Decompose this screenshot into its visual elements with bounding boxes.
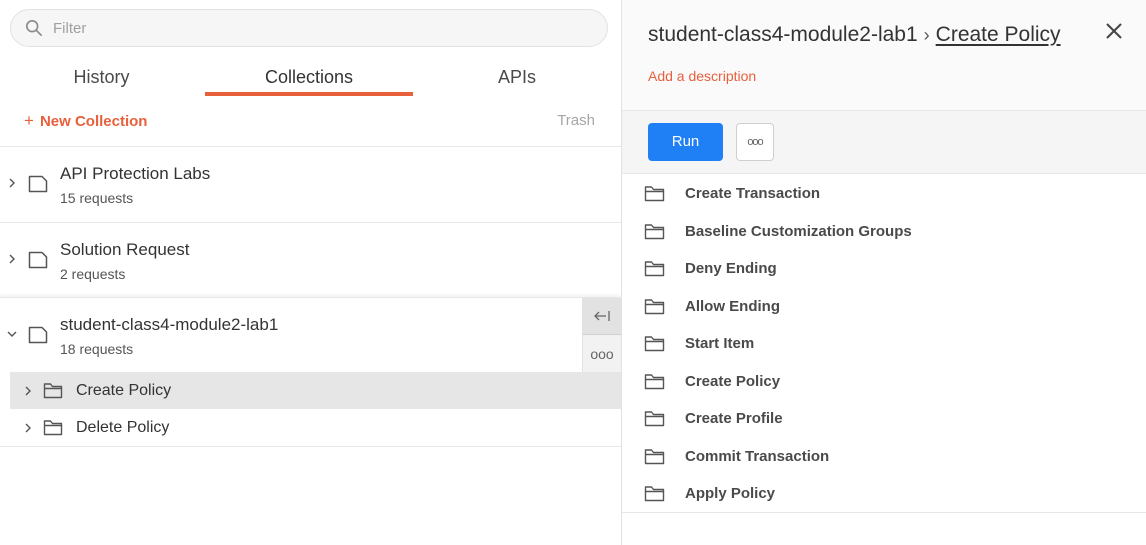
chevron-right-icon[interactable] [22, 385, 34, 397]
folder-icon [644, 449, 665, 464]
folder-icon [644, 224, 665, 239]
folder-list-item[interactable]: Baseline Customization Groups [622, 213, 1146, 251]
more-options-button[interactable]: ooo [736, 123, 774, 161]
folder-list-label: Commit Transaction [685, 447, 830, 465]
folder-list-item[interactable]: Commit Transaction [622, 438, 1146, 476]
collection-folder-icon [28, 175, 48, 193]
detail-toolbar: Run ooo [622, 111, 1146, 174]
search-icon [25, 19, 43, 37]
folder-list-label: Start Item [685, 335, 755, 353]
folder-list-label: Baseline Customization Groups [685, 222, 912, 240]
folder-list-item[interactable]: Allow Ending [622, 288, 1146, 326]
tab-history[interactable]: History [0, 62, 203, 98]
tab-apis[interactable]: APIs [413, 62, 621, 98]
collection-more-button[interactable]: ooo [583, 335, 621, 372]
folder-list-label: Apply Policy [685, 485, 776, 503]
folder-label: Delete Policy [76, 418, 170, 436]
collapse-panel-button[interactable] [583, 298, 621, 335]
divider [622, 512, 1146, 513]
collection-request-count: 2 requests [60, 266, 126, 282]
filter-search-box[interactable] [10, 9, 608, 47]
collection-request-count: 18 requests [60, 341, 134, 357]
folder-icon [644, 411, 665, 427]
plus-icon: + [24, 111, 34, 130]
divider [0, 446, 621, 447]
collection-name: student-class4-module2-lab1 [60, 315, 279, 334]
collection-request-count: 15 requests [60, 190, 134, 206]
collection-item-expanded[interactable]: student-class4-module2-lab1 18 requests … [0, 297, 621, 373]
folder-list-label: Create Policy [685, 372, 781, 390]
folder-list-label: Create Transaction [685, 185, 821, 203]
folder-icon [644, 486, 665, 502]
breadcrumb-current-folder[interactable]: Create Policy [936, 23, 1061, 46]
folder-list-label: Allow Ending [685, 297, 780, 315]
chevron-down-icon[interactable] [6, 328, 18, 340]
folder-icon [644, 299, 665, 314]
folder-icon [43, 420, 63, 436]
collection-folder-icon [28, 251, 48, 269]
new-collection-button[interactable]: + New Collection [24, 111, 147, 131]
breadcrumb: student-class4-module2-lab1 › Create Polic… [648, 23, 1061, 47]
folder-icon [644, 261, 665, 277]
chevron-right-icon[interactable] [6, 177, 18, 189]
collapse-left-icon [594, 311, 610, 321]
folder-list-item[interactable]: Create Profile [622, 400, 1146, 438]
folder-row[interactable]: Delete Policy [10, 409, 621, 446]
folder-list-item[interactable]: Start Item [622, 325, 1146, 363]
more-options-icon: ooo [747, 136, 763, 148]
collection-side-actions: ooo [582, 298, 621, 373]
detail-header: student-class4-module2-lab1 › Create Polic… [622, 0, 1146, 111]
folder-icon [644, 186, 665, 202]
folder-icon [43, 383, 63, 399]
collection-actions: + New Collection Trash [0, 108, 621, 136]
collections-sidebar: History Collections APIs + New Collection… [0, 0, 621, 545]
collection-name: Solution Request [60, 240, 190, 259]
folder-list-item[interactable]: Create Policy [622, 363, 1146, 401]
folder-list-item[interactable]: Deny Ending [622, 250, 1146, 288]
folder-icon [644, 374, 665, 389]
filter-input[interactable] [53, 19, 573, 37]
folder-list-label: Create Profile [685, 410, 783, 428]
breadcrumb-separator: › [923, 25, 930, 45]
tab-collections[interactable]: Collections [205, 62, 413, 98]
folder-list-item[interactable]: Create Transaction [622, 175, 1146, 213]
collection-item[interactable]: API Protection Labs 15 requests [0, 146, 621, 221]
folder-row[interactable]: Create Policy [10, 372, 621, 409]
sidebar-tabs: History Collections APIs [0, 62, 621, 98]
folder-icon [644, 336, 665, 352]
chevron-right-icon[interactable] [22, 422, 34, 434]
folder-label: Create Policy [76, 381, 172, 399]
collection-item[interactable]: Solution Request 2 requests [0, 222, 621, 297]
trash-button[interactable]: Trash [557, 112, 595, 129]
folder-list: Create Transaction Baseline Customization… [622, 175, 1146, 513]
chevron-right-icon[interactable] [6, 253, 18, 265]
collection-name: API Protection Labs [60, 164, 211, 183]
add-description-link[interactable]: Add a description [648, 68, 756, 84]
more-options-icon: ooo [590, 345, 614, 362]
close-icon[interactable] [1103, 20, 1125, 42]
folder-list-label: Deny Ending [685, 260, 777, 278]
collection-folder-icon [28, 326, 48, 344]
folder-list-item[interactable]: Apply Policy [622, 475, 1146, 513]
folder-detail-panel: student-class4-module2-lab1 › Create Polic… [621, 0, 1146, 545]
new-collection-label: New Collection [39, 113, 148, 130]
breadcrumb-collection[interactable]: student-class4-module2-lab1 [648, 23, 918, 46]
run-button[interactable]: Run [648, 123, 723, 161]
